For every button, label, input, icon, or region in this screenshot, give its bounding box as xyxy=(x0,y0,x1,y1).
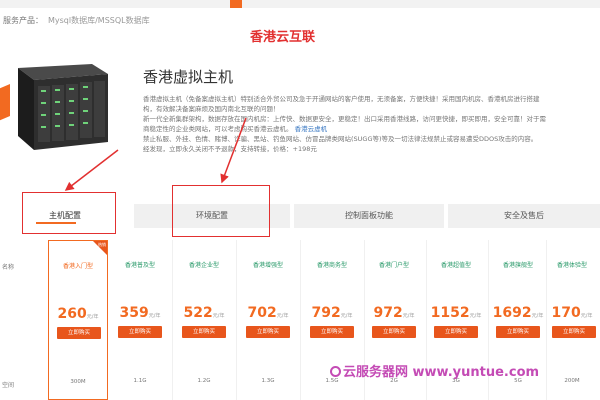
description-line: 禁止私服、外挂、色情、赌博、诈骗、黑站、钓鱼网站、仿冒品牌类网站(SUGG等)等… xyxy=(143,135,538,143)
product-title: 香港虚拟主机 xyxy=(143,68,234,86)
buy-button[interactable]: 立即购买 xyxy=(118,326,162,338)
plan-price: 522 xyxy=(183,305,213,321)
plan-name: 香港门户型 xyxy=(378,262,409,269)
row-label-name: 名称 xyxy=(2,264,15,271)
plan-space: 1.3G xyxy=(261,378,275,384)
top-nav-item-active[interactable] xyxy=(230,0,242,8)
plan-card[interactable]: 香港增强型 702元/年 立即购买 1.3G xyxy=(238,240,298,400)
price-unit: 元/年 xyxy=(580,313,593,319)
top-nav xyxy=(0,0,600,8)
server-product-image xyxy=(0,64,108,150)
buy-button[interactable]: 立即购买 xyxy=(372,326,416,338)
description-line: 构，有效解决备案麻烦及国内南北互联的问题！ xyxy=(143,105,280,113)
plan-price: 972 xyxy=(373,305,403,321)
price-unit: 元/年 xyxy=(531,313,544,319)
plan-price: 702 xyxy=(247,305,277,321)
buy-button[interactable]: 立即购买 xyxy=(552,326,596,338)
hot-badge-label: 热销 xyxy=(98,242,106,247)
annotation-box xyxy=(22,192,116,234)
tab-control-panel[interactable]: 控制面板功能 xyxy=(294,204,444,228)
plan-price: 170 xyxy=(551,305,581,321)
price-unit: 元/年 xyxy=(148,313,161,319)
plan-space: 200M xyxy=(564,378,580,384)
plan-space: 300M xyxy=(70,379,86,385)
row-label-space: 空间 xyxy=(2,382,15,389)
buy-button[interactable]: 立即购买 xyxy=(434,326,478,338)
plan-name: 香港体验型 xyxy=(556,262,587,269)
plan-price: 792 xyxy=(311,305,341,321)
annotation-title: 香港云互联 xyxy=(250,30,316,45)
watermark: 云服务器网 www.yuntue.com xyxy=(330,361,539,380)
column-divider xyxy=(236,240,237,400)
plan-card[interactable]: 香港普及型 359元/年 立即购买 1.1G xyxy=(110,240,170,400)
product-link[interactable]: 香港云虚机 xyxy=(295,125,328,133)
price-unit: 元/年 xyxy=(212,313,225,319)
buy-button[interactable]: 立即购买 xyxy=(182,326,226,338)
plan-price: 1152 xyxy=(430,305,470,321)
tab-security-support[interactable]: 安全及售后 xyxy=(448,204,600,228)
watermark-logo-icon xyxy=(330,366,341,377)
price-unit: 元/年 xyxy=(276,313,289,319)
plan-card[interactable]: 热销 香港入门型 260元/年 立即购买 300M xyxy=(48,240,108,400)
description-line: 香港虚拟主机（免备案虚拟主机）特别适合外贸公司及急于开通网站的客户使用，无须备案… xyxy=(143,95,540,103)
plan-card[interactable]: 香港企业型 522元/年 立即购买 1.2G xyxy=(174,240,234,400)
buy-button[interactable]: 立即购买 xyxy=(57,327,101,339)
column-divider xyxy=(172,240,173,400)
price-unit: 元/年 xyxy=(469,313,482,319)
buy-button[interactable]: 立即购买 xyxy=(496,326,540,338)
category-label: 服务产品： xyxy=(3,16,43,25)
price-unit: 元/年 xyxy=(86,314,99,320)
description-line: 商稳定性的企业类网站，可以考虑购买香港云虚机。 香港云虚机 xyxy=(143,125,328,133)
annotation-arrow xyxy=(64,149,119,191)
price-unit: 元/年 xyxy=(340,313,353,319)
plan-price: 260 xyxy=(57,306,87,322)
product-description: 香港虚拟主机（免备案虚拟主机）特别适合外贸公司及急于开通网站的客户使用，无须备案… xyxy=(143,94,599,154)
plan-name: 香港入门型 xyxy=(62,263,93,270)
plan-price: 1692 xyxy=(492,305,532,321)
buy-button[interactable]: 立即购买 xyxy=(246,326,290,338)
plan-name: 香港增强型 xyxy=(252,262,283,269)
plan-space: 1.1G xyxy=(133,378,147,384)
price-unit: 元/年 xyxy=(402,313,415,319)
plan-price: 359 xyxy=(119,305,149,321)
category-link[interactable]: Mysql数据库/MSSQL数据库 xyxy=(48,15,150,26)
plan-name: 香港超值型 xyxy=(440,262,471,269)
plan-name: 香港商务型 xyxy=(316,262,347,269)
plan-name: 香港企业型 xyxy=(188,262,219,269)
plan-card[interactable]: 香港体验型 170元/年 立即购买 200M xyxy=(544,240,600,400)
description-line: 新一代全新集群架构，数据存放在国内机房：上传快、数据更安全，更稳定！出口采用香港… xyxy=(143,115,546,123)
plan-name: 香港旗舰型 xyxy=(502,262,533,269)
buy-button[interactable]: 立即购买 xyxy=(310,326,354,338)
plan-name: 香港普及型 xyxy=(124,262,155,269)
description-line: 经发现，立即永久关闭不予退款，支持转接，价格：+198元 xyxy=(143,145,317,153)
column-divider xyxy=(300,240,301,400)
plan-space: 1.2G xyxy=(197,378,211,384)
annotation-box xyxy=(172,185,270,237)
